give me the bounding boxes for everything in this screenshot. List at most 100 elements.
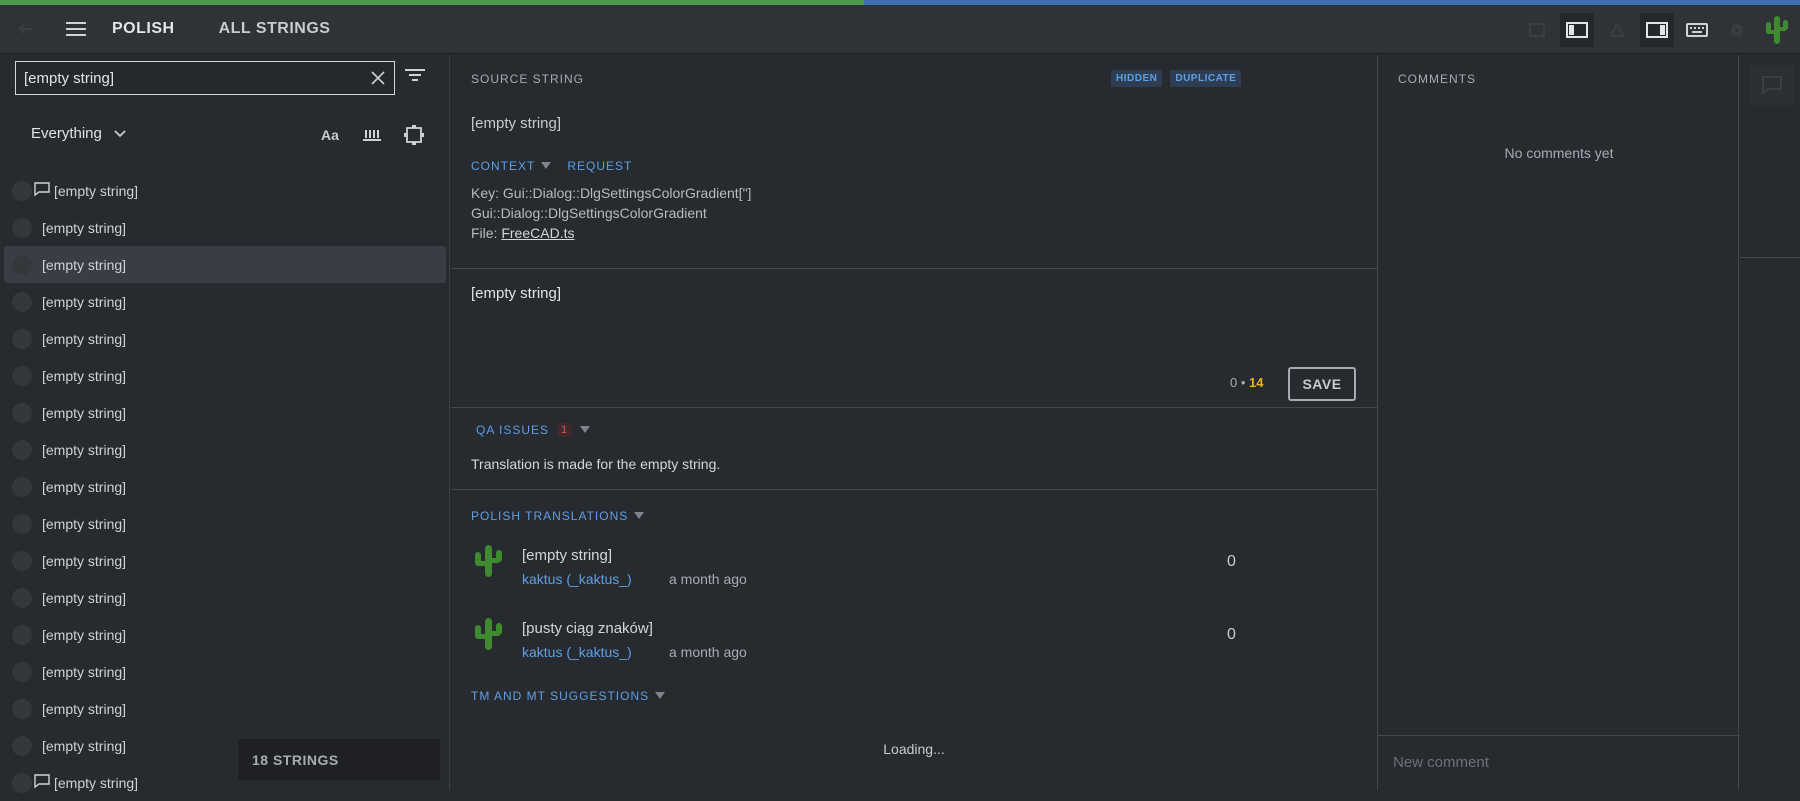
editor-panel: SOURCE STRING HIDDEN DUPLICATE [empty st… (451, 55, 1377, 790)
comments-panel: COMMENTS No comments yet New comment (1377, 55, 1740, 790)
search-input[interactable]: [empty string] (15, 61, 395, 95)
string-list-item[interactable]: [empty string] (4, 320, 446, 357)
locale-title[interactable]: POLISH (112, 20, 175, 38)
string-list-item-text: [empty string] (42, 293, 127, 310)
match-case-label: Aa (321, 127, 339, 143)
no-comments-text: No comments yet (1504, 145, 1614, 161)
new-comment-input[interactable]: New comment (1378, 735, 1740, 790)
clear-search-icon[interactable] (370, 70, 386, 90)
status-dot-icon (12, 439, 32, 460)
status-dot-icon (12, 698, 32, 719)
all-strings-link[interactable]: ALL STRINGS (219, 20, 331, 38)
status-dot-icon (12, 550, 32, 571)
match-case-icon[interactable]: Aa (316, 121, 344, 149)
comment-bubble-icon[interactable] (1750, 65, 1794, 105)
file-prefix: File: (471, 225, 502, 241)
whole-word-icon[interactable] (358, 121, 386, 149)
divider (451, 407, 1377, 408)
top-bar: POLISH ALL STRINGS (0, 5, 1800, 54)
string-list-item[interactable]: [empty string] (4, 283, 446, 320)
status-dot-icon (12, 587, 32, 608)
status-dot-icon (12, 661, 32, 682)
status-dot-icon (12, 217, 32, 238)
string-list-item-text: [empty string] (42, 700, 127, 717)
back-arrow-icon[interactable] (10, 13, 42, 45)
qa-issues-header[interactable]: QA ISSUES 1 (476, 423, 591, 437)
toggle-sidebar-right-icon[interactable] (1640, 13, 1674, 47)
string-list-item-text: [empty string] (42, 330, 127, 347)
status-dot-icon (12, 402, 32, 423)
save-button[interactable]: SAVE (1288, 367, 1356, 401)
comments-label: COMMENTS (1398, 72, 1476, 86)
string-list-panel: [empty string] Everything Aa [empty stri… (0, 55, 450, 793)
string-list-item[interactable]: [empty string] (4, 468, 446, 505)
status-dot-icon (12, 624, 32, 645)
source-string-label: SOURCE STRING (471, 72, 585, 86)
translation-votes: 0 (1227, 626, 1236, 643)
caret-down-icon (634, 512, 645, 519)
string-list-item[interactable]: [empty string] (4, 505, 446, 542)
string-list-item[interactable]: [empty string] (4, 431, 446, 468)
machinery-icon[interactable] (1600, 13, 1634, 47)
suggestions-header[interactable]: TM AND MT SUGGESTIONS (471, 689, 666, 703)
translation-char-count: 14 (1249, 375, 1264, 390)
keyboard-icon[interactable] (1680, 13, 1714, 47)
context-details: Key: Gui::Dialog::DlgSettingsColorGradie… (471, 183, 751, 243)
user-avatar-cactus-icon[interactable] (1760, 13, 1794, 47)
string-type-value: Everything (31, 125, 102, 142)
string-list-item[interactable]: [empty string] (4, 616, 446, 653)
string-list-item[interactable]: [empty string] (4, 579, 446, 616)
divider (451, 268, 1377, 269)
string-list-item[interactable]: [empty string] (4, 542, 446, 579)
translations-header[interactable]: POLISH TRANSLATIONS (471, 509, 645, 523)
source-char-count: 0 (1230, 375, 1238, 390)
notifications-icon[interactable] (1520, 13, 1554, 47)
string-list-item-text: [empty string] (42, 367, 127, 384)
string-list-item-text: [empty string] (54, 182, 139, 199)
status-dot-icon (12, 254, 32, 275)
string-list-item-text: [empty string] (42, 478, 127, 495)
translation-text: [empty string] (522, 547, 613, 564)
source-string-text: [empty string] (471, 115, 562, 132)
string-list-item-text: [empty string] (42, 441, 127, 458)
status-dot-icon (12, 476, 32, 497)
string-list-item[interactable]: [empty string] (4, 653, 446, 690)
translations-label: POLISH TRANSLATIONS (471, 509, 629, 523)
context-row: CONTEXT REQUEST (471, 159, 632, 173)
settings-gear-icon[interactable] (1720, 13, 1754, 47)
translation-editor[interactable]: [empty string] (471, 285, 561, 302)
suggestions-loading: Loading... (883, 741, 945, 757)
status-dot-icon (12, 291, 32, 312)
caret-down-icon[interactable] (541, 162, 552, 170)
file-link[interactable]: FreeCAD.ts (501, 225, 574, 241)
divider (451, 489, 1377, 490)
toggle-sidebar-left-icon[interactable] (1560, 13, 1594, 47)
string-type-select[interactable]: Everything (31, 125, 126, 142)
string-list-item-text: [empty string] (42, 404, 127, 421)
string-list-item-text: [empty string] (42, 219, 127, 236)
string-list-item[interactable]: [empty string] (4, 357, 446, 394)
comment-icon (34, 182, 50, 199)
string-list-item-text: [empty string] (42, 552, 127, 569)
context-file: File: FreeCAD.ts (471, 223, 751, 243)
string-list-item[interactable]: [empty string] (4, 690, 446, 727)
translation-author-link[interactable]: kaktus (_kaktus_) (522, 644, 632, 660)
select-strings-icon[interactable] (400, 121, 428, 149)
search-value: [empty string] (24, 69, 115, 87)
translation-item[interactable]: [empty string] kaktus (_kaktus_) a month a… (471, 543, 1351, 603)
duplicate-badge: DUPLICATE (1170, 70, 1242, 87)
context-toggle[interactable]: CONTEXT (471, 159, 535, 173)
user-avatar-cactus-icon (471, 616, 505, 657)
comment-icon (34, 774, 50, 791)
string-list-item-text: [empty string] (42, 515, 127, 532)
string-list-item[interactable]: [empty string] (4, 209, 446, 246)
string-list-item[interactable]: [empty string] (4, 172, 446, 209)
translation-author-link[interactable]: kaktus (_kaktus_) (522, 571, 632, 587)
caret-down-icon (655, 692, 666, 699)
menu-icon[interactable] (60, 13, 92, 45)
filter-icon[interactable] (404, 65, 426, 90)
request-context-link[interactable]: REQUEST (567, 159, 632, 173)
string-list-item[interactable]: [empty string] (4, 246, 446, 283)
translation-item[interactable]: [pusty ciąg znaków] kaktus (_kaktus_) a mo… (471, 616, 1351, 676)
string-list-item[interactable]: [empty string] (4, 394, 446, 431)
